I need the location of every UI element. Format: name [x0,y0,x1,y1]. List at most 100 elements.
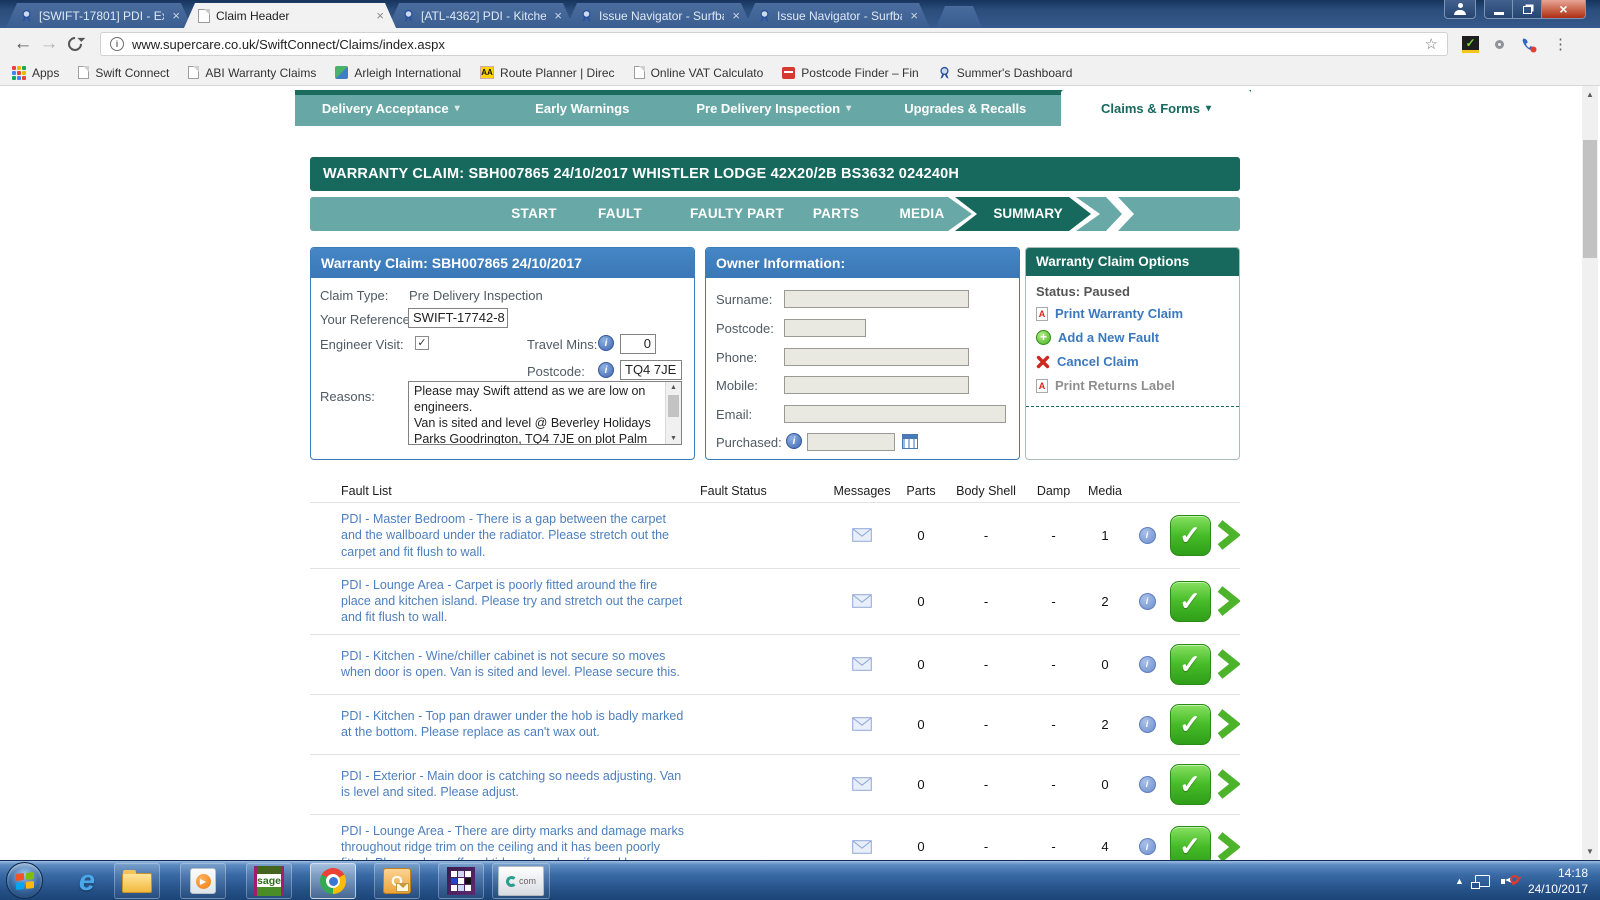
nav-upgrades-recalls[interactable]: Upgrades & Recalls [870,90,1062,126]
approve-check-button[interactable]: ✓ [1170,704,1211,745]
purchased-info-icon[interactable]: i [786,433,802,449]
fault-description-link[interactable]: PDI - Master Bedroom - There is a gap be… [310,503,700,568]
approve-check-button[interactable]: ✓ [1170,581,1211,622]
taskbar-clock[interactable]: 14:18 24/10/2017 [1528,865,1594,897]
scroll-up-icon[interactable]: ▲ [666,384,681,391]
reasons-scrollbar[interactable]: ▲ ▼ [665,382,681,444]
step-fault[interactable]: FAULT [598,197,642,231]
approve-cell[interactable]: ✓ [1165,704,1215,745]
start-button[interactable] [6,862,43,899]
fault-description-link[interactable]: PDI - Lounge Area - Carpet is poorly fit… [310,569,700,634]
message-cell[interactable] [828,594,896,608]
url-text[interactable]: www.supercare.co.uk/SwiftConnect/Claims/… [132,37,445,52]
approve-check-button[interactable]: ✓ [1170,644,1211,685]
tab-close-icon[interactable]: × [730,9,742,22]
fault-description-link[interactable]: PDI - Exterior - Main door is catching s… [310,760,700,809]
postcode-info-icon[interactable]: i [598,362,614,378]
message-cell[interactable] [828,657,896,671]
owner-postcode-input[interactable] [784,319,866,337]
minimize-button[interactable] [1484,0,1513,19]
step-faulty-part[interactable]: FAULTY PART [690,197,784,231]
reasons-textarea[interactable]: Please may Swift attend as we are low on… [408,381,682,445]
surname-input[interactable] [784,290,969,308]
tab-swift-17801[interactable]: [SWIFT-17801] PDI - Exte × [6,3,192,28]
chrome-menu-icon[interactable]: ⋮ [1553,35,1568,53]
step-media[interactable]: MEDIA [900,197,945,231]
bookmark-star-icon[interactable]: ☆ [1425,35,1438,53]
approve-cell[interactable]: ✓ [1165,644,1215,685]
scroll-down-icon[interactable]: ▼ [666,435,681,442]
email-input[interactable] [784,405,1006,423]
engineer-visit-checkbox[interactable]: ✓ [415,336,429,350]
taskbar-pixel-app[interactable] [438,863,484,899]
approve-cell[interactable]: ✓ [1165,764,1215,805]
message-cell[interactable] [828,777,896,791]
bookmark-vat-calculator[interactable]: Online VAT Calculato [634,66,764,80]
taskbar-chrome-active[interactable] [310,863,356,899]
calendar-icon[interactable] [902,434,918,449]
profile-button[interactable] [1444,0,1476,19]
nav-delivery-acceptance[interactable]: Delivery Acceptance ▾ [295,90,487,126]
muted-speaker-icon[interactable] [1501,874,1517,888]
apps-shortcut[interactable]: Apps [12,66,59,80]
maximize-button[interactable] [1513,0,1542,19]
bookmark-postcode-finder[interactable]: Postcode Finder – Fin [782,66,918,80]
taskbar-sage[interactable]: sage [246,863,292,899]
tab-issue-navigator-1[interactable]: Issue Navigator - Surfbay × [566,3,752,28]
step-parts[interactable]: PARTS [813,197,859,231]
info-cell[interactable]: i [1129,593,1165,610]
message-cell[interactable] [828,840,896,854]
network-icon[interactable] [1475,875,1490,887]
info-cell[interactable]: i [1129,656,1165,673]
approve-check-button[interactable]: ✓ [1170,515,1211,556]
taskbar-outlook[interactable]: O [374,863,420,899]
open-fault-cell[interactable] [1215,708,1240,740]
step-start[interactable]: START [511,197,557,231]
open-fault-cell[interactable] [1215,585,1240,617]
open-fault-cell[interactable] [1215,519,1240,551]
bookmark-swift-connect[interactable]: Swift Connect [78,66,169,80]
tab-claim-header-active[interactable]: Claim Header × [184,3,396,28]
tab-close-icon[interactable]: × [908,9,920,22]
tab-close-icon[interactable]: × [552,9,564,22]
scrollbar-thumb[interactable] [668,395,679,417]
scrollbar-thumb[interactable] [1583,140,1597,258]
bookmark-route-planner[interactable]: AA Route Planner | Direc [480,66,615,80]
back-button[interactable]: ← [10,33,36,55]
page-scrollbar[interactable]: ▲ ▼ [1582,86,1598,860]
approve-cell[interactable]: ✓ [1165,515,1215,556]
postcode-input[interactable]: TQ4 7JE [620,360,682,380]
nav-early-warnings[interactable]: Early Warnings [487,90,679,126]
taskbar-internet-explorer[interactable]: e [64,863,110,899]
open-fault-cell[interactable] [1215,768,1240,800]
purchased-input[interactable] [807,433,895,451]
tray-expand-icon[interactable]: ▲ [1455,876,1464,886]
close-button[interactable]: × [1542,0,1586,19]
fault-description-link[interactable]: PDI - Kitchen - Wine/chiller cabinet is … [310,640,700,689]
print-warranty-claim-link[interactable]: A Print Warranty Claim [1036,306,1183,321]
bookmark-summers-dashboard[interactable]: Summer's Dashboard [938,66,1073,80]
approve-cell[interactable]: ✓ [1165,581,1215,622]
your-reference-input[interactable]: SWIFT-17742-8 [408,308,508,328]
refresh-button[interactable] [65,34,85,54]
tab-close-icon[interactable]: × [374,9,386,22]
message-cell[interactable] [828,717,896,731]
open-fault-cell[interactable] [1215,831,1240,863]
forward-button[interactable]: → [36,33,62,55]
new-tab-button[interactable] [936,6,982,28]
open-fault-cell[interactable] [1215,648,1240,680]
nav-pre-delivery-inspection[interactable]: Pre Delivery Inspection ▾ [678,90,870,126]
info-cell[interactable]: i [1129,776,1165,793]
mobile-input[interactable] [784,376,969,394]
approve-check-button[interactable]: ✓ [1170,764,1211,805]
tab-atl-4362[interactable]: [ATL-4362] PDI - Kitchen × [388,3,574,28]
circle-extension-icon[interactable] [1495,40,1504,49]
taskbar-com-app[interactable]: com [492,863,550,899]
site-info-icon[interactable]: i [110,37,124,51]
scroll-up-icon[interactable]: ▲ [1582,90,1598,99]
travel-mins-info-icon[interactable]: i [598,335,614,351]
address-bar[interactable]: i www.supercare.co.uk/SwiftConnect/Claim… [100,32,1448,56]
cancel-claim-link[interactable]: Cancel Claim [1036,354,1139,369]
info-cell[interactable]: i [1129,527,1165,544]
nav-claims-forms-active[interactable]: Claims & Forms ▾ [1061,90,1251,126]
